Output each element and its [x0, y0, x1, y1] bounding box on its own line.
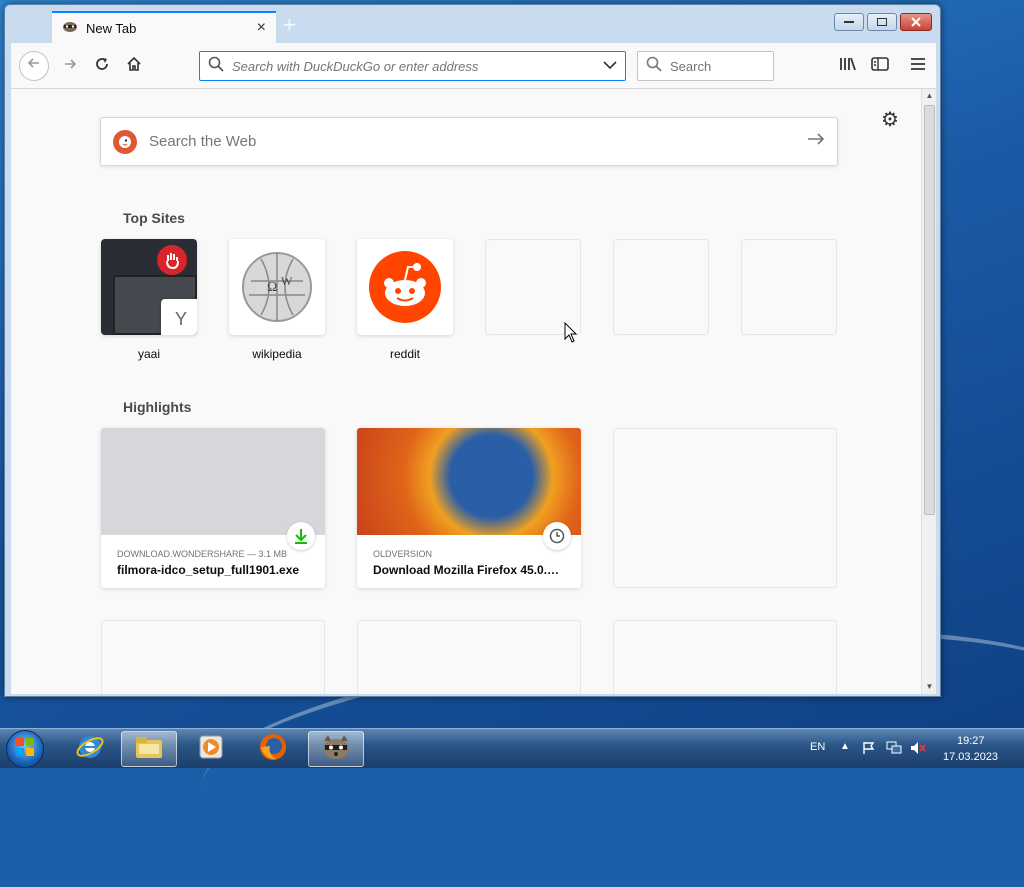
- firefox-window: New Tab × + Search with DuckDuckGo or en…: [4, 4, 941, 697]
- raccoon-icon: [321, 733, 351, 766]
- empty-tile: [741, 239, 837, 335]
- windows-logo-icon: [15, 737, 35, 762]
- media-player-icon: [197, 733, 225, 766]
- new-tab-page: ⚙ Top Sites Y yaai ΩW wikipedia: [11, 89, 921, 694]
- highlight-card[interactable]: DOWNLOAD.WONDERSHARE — 3.1 MB filmora-id…: [101, 428, 325, 588]
- clock-time[interactable]: 19:27: [957, 735, 985, 747]
- maximize-button[interactable]: [867, 13, 897, 31]
- wikipedia-globe-icon: ΩW: [241, 251, 313, 328]
- tab-new-tab[interactable]: New Tab ×: [52, 11, 276, 43]
- forward-arrow-icon: [63, 57, 77, 76]
- scrollbar-thumb[interactable]: [924, 105, 935, 515]
- highlight-title: Download Mozilla Firefox 45.0.1 ...: [373, 563, 568, 577]
- top-site-thumbnail: ΩW: [229, 239, 325, 335]
- home-button[interactable]: [121, 53, 147, 79]
- top-sites-title: Top Sites: [123, 210, 185, 226]
- hand-stop-icon: [157, 245, 187, 275]
- taskbar-firefox[interactable]: [245, 731, 301, 767]
- internet-explorer-icon: [75, 732, 105, 767]
- top-site-label: wikipedia: [252, 347, 302, 361]
- highlight-title: filmora-idco_setup_full1901.exe: [117, 563, 300, 577]
- top-site-yaai[interactable]: Y yaai: [101, 239, 197, 361]
- hamburger-menu-icon: [910, 57, 926, 76]
- clock-icon: [543, 522, 571, 550]
- navigation-toolbar: [11, 43, 936, 89]
- firefox-icon: [258, 732, 288, 767]
- highlight-thumbnail: [101, 428, 325, 535]
- web-search-input[interactable]: [149, 133, 795, 150]
- clock-date[interactable]: 17.03.2023: [943, 751, 998, 763]
- taskbar-explorer[interactable]: [121, 731, 177, 767]
- vertical-scrollbar[interactable]: ▲ ▼: [921, 89, 936, 694]
- tab-close-button[interactable]: ×: [257, 19, 266, 37]
- firefox-logo-thumbnail: [357, 428, 581, 535]
- search-bar[interactable]: [637, 51, 774, 81]
- arrow-right-icon[interactable]: [807, 132, 825, 151]
- top-site-empty: [613, 239, 709, 335]
- address-input[interactable]: [232, 58, 595, 74]
- duckduckgo-logo-icon: [113, 129, 137, 154]
- sidebar-icon: [871, 56, 889, 77]
- search-input[interactable]: [670, 58, 750, 74]
- volume-muted-icon[interactable]: [910, 741, 926, 760]
- library-icon: [839, 56, 857, 77]
- search-icon: [208, 56, 224, 77]
- new-tab-button[interactable]: +: [283, 14, 296, 36]
- flag-icon[interactable]: [862, 741, 876, 760]
- close-window-button[interactable]: [900, 13, 932, 31]
- empty-tile: [485, 239, 581, 335]
- taskbar-raccoon-app[interactable]: [308, 731, 364, 767]
- top-site-label: reddit: [389, 347, 421, 361]
- raccoon-favicon-icon: [62, 18, 78, 39]
- svg-text:W: W: [281, 274, 293, 288]
- top-site-empty: [741, 239, 837, 335]
- highlight-empty: [613, 428, 837, 588]
- highlight-empty: [613, 620, 837, 694]
- reddit-logo-icon: [369, 251, 441, 328]
- network-icon[interactable]: [886, 741, 902, 760]
- highlight-card[interactable]: OLDVERSION Download Mozilla Firefox 45.0…: [357, 428, 581, 588]
- sidebar-button[interactable]: [867, 53, 893, 79]
- scroll-down-icon[interactable]: ▼: [922, 680, 937, 694]
- back-arrow-icon: [27, 56, 41, 75]
- folder-icon: [134, 734, 164, 765]
- top-site-thumbnail: Y: [101, 239, 197, 335]
- search-icon: [646, 56, 662, 77]
- web-search-box[interactable]: [100, 117, 838, 166]
- start-button[interactable]: [6, 730, 44, 768]
- top-site-reddit[interactable]: reddit: [357, 239, 453, 361]
- chevron-down-icon[interactable]: [603, 57, 617, 75]
- empty-tile: [613, 239, 709, 335]
- top-site-empty: [485, 239, 581, 335]
- taskbar: EN ▲ 19:27 17.03.2023: [0, 728, 1024, 768]
- download-icon: [287, 522, 315, 550]
- minimize-button[interactable]: [834, 13, 864, 31]
- address-bar[interactable]: [199, 51, 626, 81]
- tab-title: New Tab: [86, 20, 137, 36]
- home-icon: [126, 56, 142, 77]
- mouse-cursor-icon: [564, 321, 578, 349]
- taskbar-internet-explorer[interactable]: [62, 731, 118, 767]
- reload-icon: [94, 56, 110, 77]
- show-hidden-icons-icon[interactable]: ▲: [840, 741, 850, 752]
- menu-button[interactable]: [905, 53, 931, 79]
- top-site-thumbnail: [357, 239, 453, 335]
- site-letter-icon: Y: [161, 299, 197, 335]
- highlights-title: Highlights: [123, 399, 192, 415]
- svg-text:Ω: Ω: [267, 280, 277, 295]
- reload-button[interactable]: [89, 53, 115, 79]
- scroll-up-icon[interactable]: ▲: [922, 89, 937, 103]
- top-site-wikipedia[interactable]: ΩW wikipedia: [229, 239, 325, 361]
- highlight-empty: [101, 620, 325, 694]
- top-site-label: yaai: [137, 347, 160, 361]
- language-indicator[interactable]: EN: [810, 741, 825, 753]
- gear-icon[interactable]: ⚙: [881, 107, 899, 132]
- taskbar-media-player[interactable]: [183, 731, 239, 767]
- back-button[interactable]: [19, 50, 49, 81]
- library-button[interactable]: [835, 53, 861, 79]
- highlight-empty: [357, 620, 581, 694]
- forward-button[interactable]: [57, 53, 83, 79]
- tab-bar: New Tab × +: [5, 5, 940, 43]
